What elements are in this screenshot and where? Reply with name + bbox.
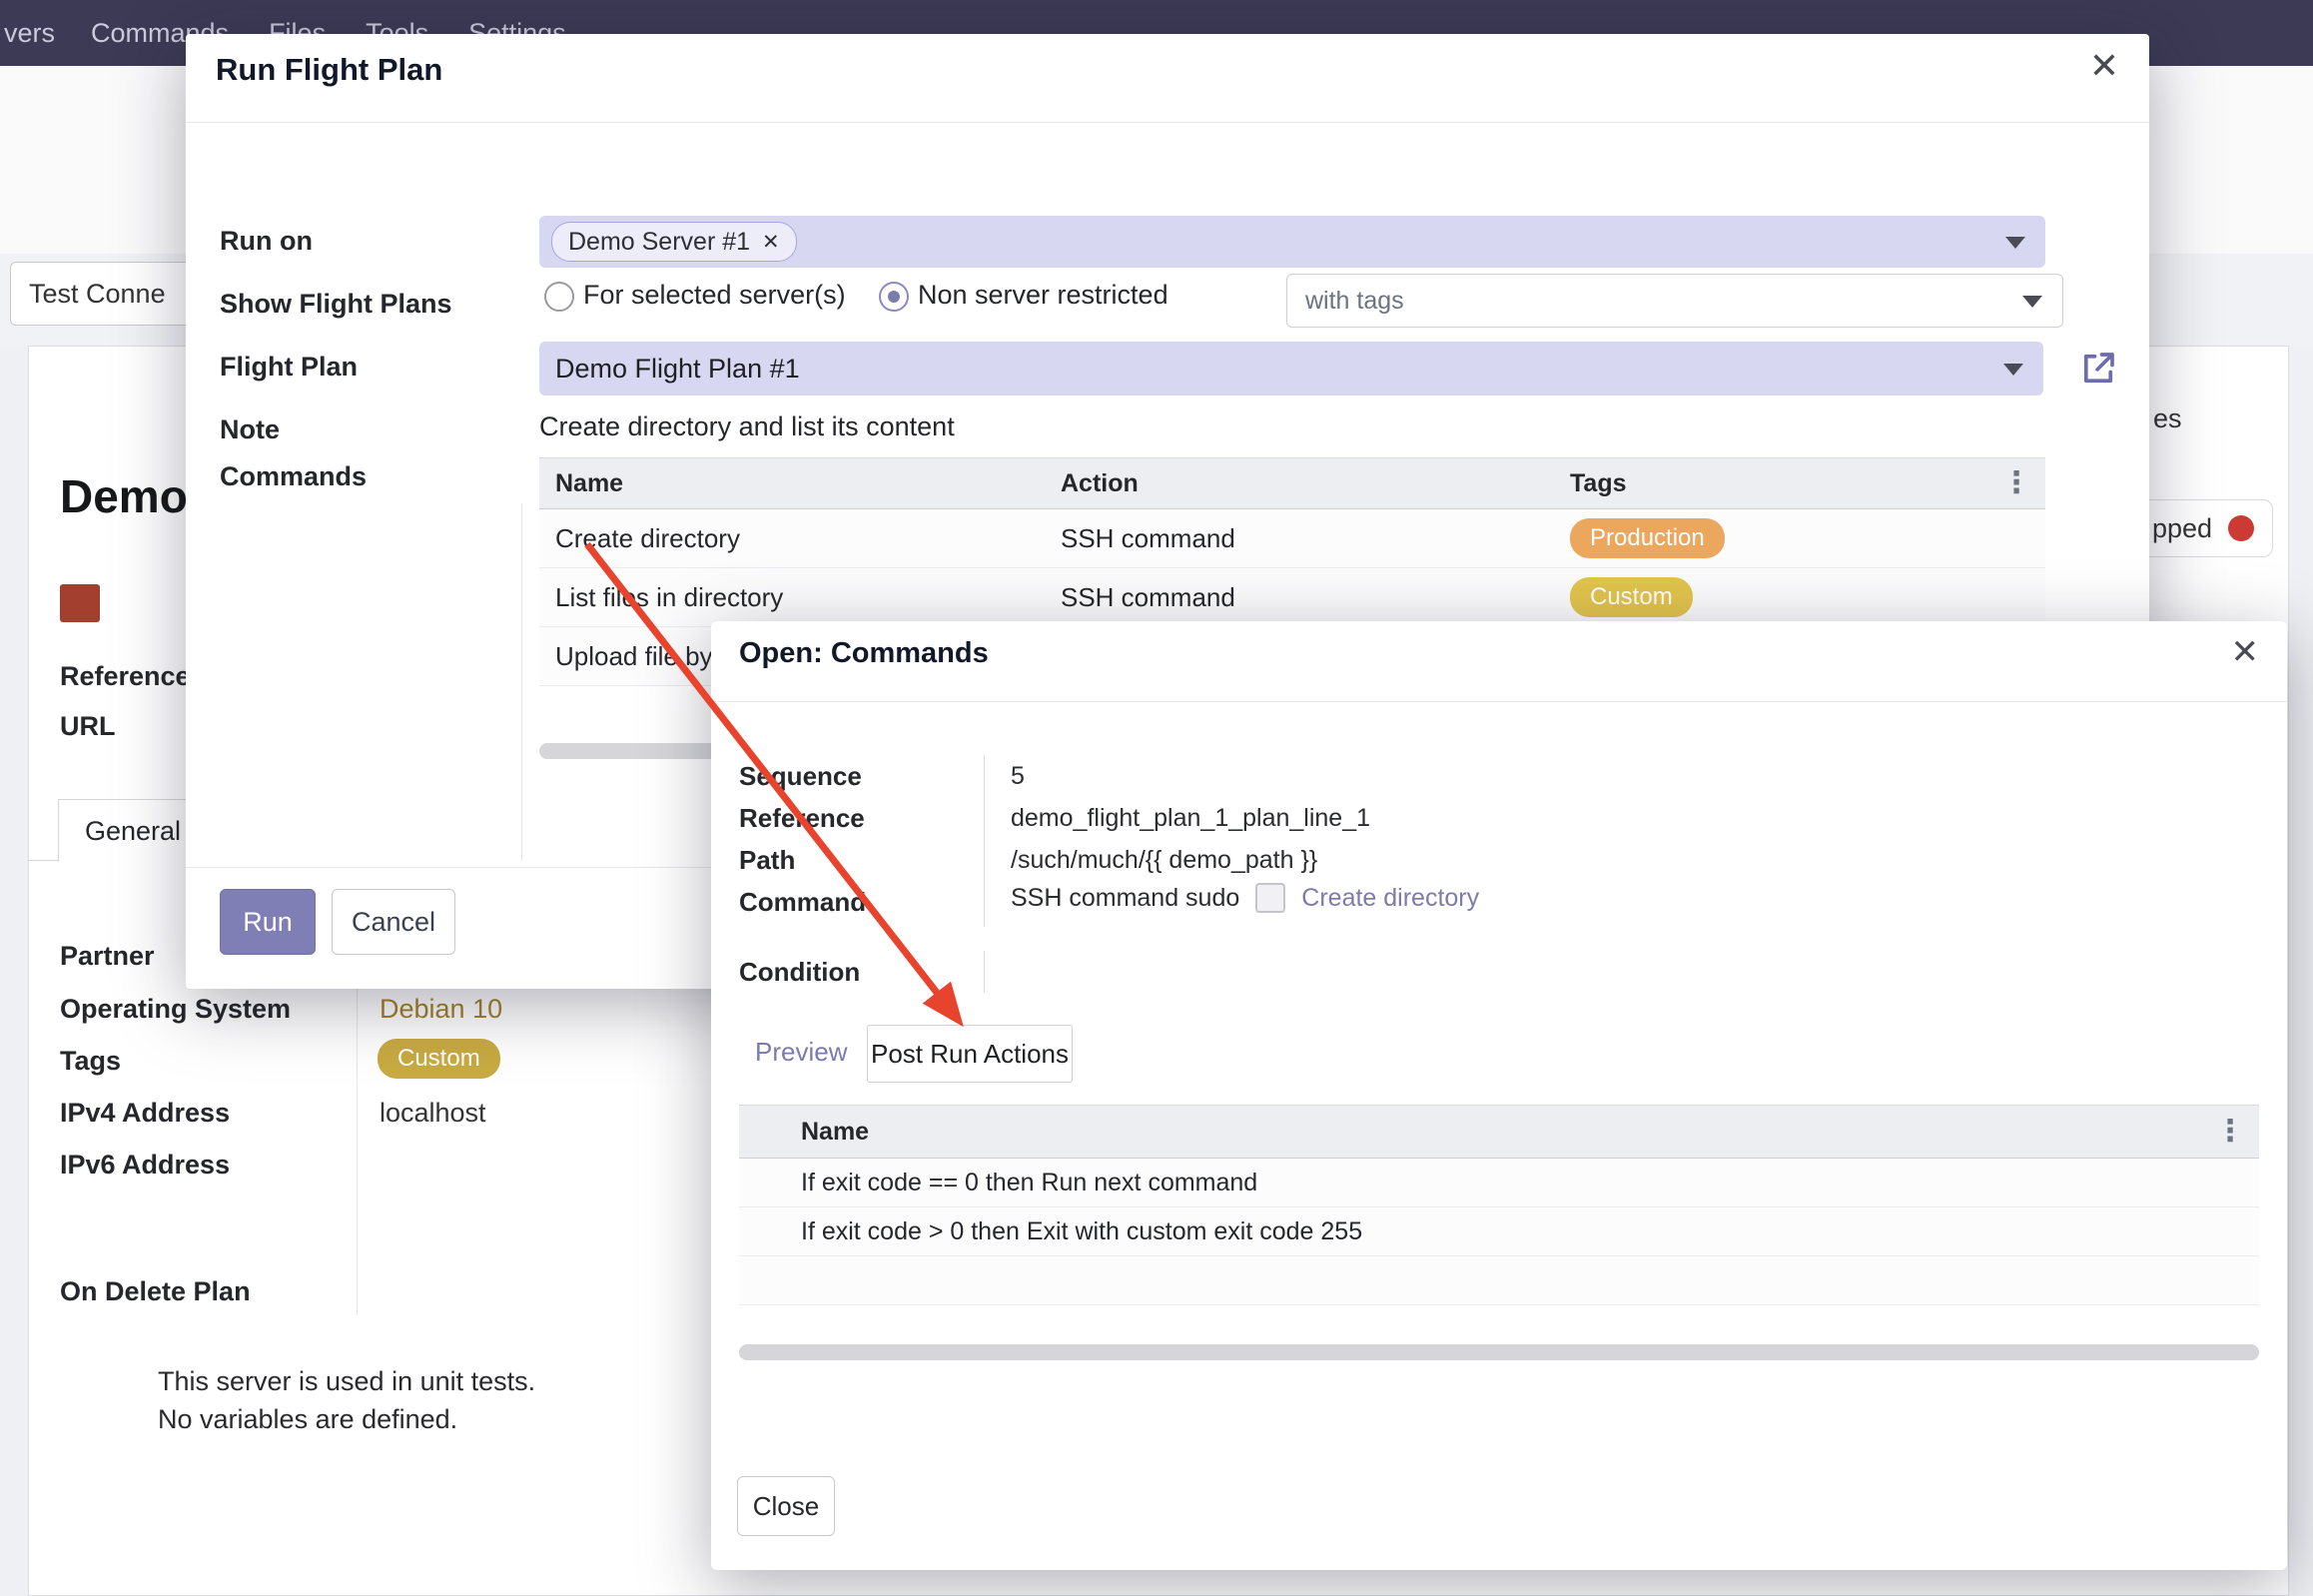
table-options-icon[interactable]: ⋮ (2001, 468, 2031, 498)
run-on-label: Run on (220, 226, 313, 257)
chevron-down-icon[interactable] (2003, 364, 2023, 376)
open-commands-modal: Open: Commands ✕ Sequence Reference Path… (711, 621, 2287, 1570)
run-button[interactable]: Run (220, 889, 316, 955)
nav-item-servers[interactable]: vers (0, 18, 71, 49)
chevron-down-icon[interactable] (2005, 237, 2025, 249)
form-column-divider (357, 934, 358, 1315)
ipv6-label: IPv6 Address (60, 1150, 230, 1181)
right-text-fragment: es (2153, 403, 2182, 434)
table-row[interactable]: If exit code == 0 then Run next command (739, 1159, 2259, 1207)
row-name: List files in directory (539, 582, 1061, 613)
reference-value: demo_flight_plan_1_plan_line_1 (1011, 804, 1370, 833)
command-value: SSH command sudo (1011, 884, 1239, 913)
note-label: Note (220, 414, 280, 445)
commands-modal-title: Open: Commands (739, 637, 989, 670)
table-row[interactable]: Create directory SSH command Production (539, 509, 2045, 568)
flight-plan-value: Demo Flight Plan #1 (555, 354, 800, 385)
reference-label: Reference (60, 661, 191, 692)
status-badge-label: pped (2152, 513, 2212, 544)
close-button[interactable]: Close (737, 1476, 835, 1536)
table-row[interactable]: If exit code > 0 then Exit with custom e… (739, 1207, 2259, 1256)
radio-for-selected-servers-label[interactable]: For selected server(s) (583, 280, 846, 311)
table-row[interactable]: List files in directory SSH command Cust… (539, 568, 2045, 627)
chip-remove-icon[interactable]: ✕ (762, 230, 780, 255)
condition-label: Condition (739, 957, 860, 988)
server-chip[interactable]: Demo Server #1 ✕ (551, 222, 797, 262)
sequence-label: Sequence (739, 761, 862, 792)
url-label: URL (60, 711, 116, 742)
create-directory-link[interactable]: Create directory (1301, 884, 1479, 913)
commands-label: Commands (220, 461, 367, 492)
col-header-name: Name (539, 469, 1061, 498)
chevron-down-icon[interactable] (2022, 296, 2042, 308)
server-title: Demo (60, 469, 188, 523)
tag-badge-production: Production (1570, 518, 1725, 558)
command-label: Command (739, 887, 866, 918)
row-action: SSH command (1061, 523, 1570, 554)
external-link-icon[interactable] (2077, 348, 2119, 390)
label-value-divider (984, 755, 985, 927)
run-on-input[interactable]: Demo Server #1 ✕ (539, 216, 2045, 268)
radio-for-selected-servers[interactable] (544, 282, 574, 312)
label-field-divider (521, 503, 522, 861)
show-flight-plans-label: Show Flight Plans (220, 289, 452, 320)
sequence-value: 5 (1011, 762, 1025, 791)
row-action: SSH command (1061, 582, 1570, 613)
tab-preview[interactable]: Preview (755, 1037, 847, 1068)
operating-system-value[interactable]: Debian 10 (380, 994, 502, 1025)
tags-badge-custom[interactable]: Custom (378, 1039, 500, 1079)
tags-label: Tags (60, 1046, 121, 1077)
table-row-empty (739, 1256, 2259, 1305)
flight-plan-select[interactable]: Demo Flight Plan #1 (539, 342, 2043, 396)
flight-plan-label: Flight Plan (220, 352, 358, 383)
modal-header-divider (186, 122, 2149, 123)
operating-system-label: Operating System (60, 994, 291, 1025)
ipv4-label: IPv4 Address (60, 1098, 230, 1129)
status-badge: pped (2133, 499, 2273, 557)
modal-header-divider (711, 701, 2287, 702)
row-name: Create directory (539, 523, 1061, 554)
plan-description: Create directory and list its content (539, 411, 955, 442)
close-icon[interactable]: ✕ (2231, 635, 2260, 669)
ipv4-value: localhost (380, 1098, 486, 1129)
reference-label: Reference (739, 803, 865, 834)
create-directory-checkbox[interactable] (1255, 883, 1285, 913)
horizontal-scrollbar[interactable] (739, 1344, 2259, 1360)
tab-post-run-actions[interactable]: Post Run Actions (867, 1025, 1073, 1083)
post-run-actions-table: Name ⋮ If exit code == 0 then Run next c… (739, 1105, 2259, 1305)
partner-label: Partner (60, 941, 155, 972)
label-value-divider (984, 951, 985, 993)
server-chip-label: Demo Server #1 (568, 228, 750, 257)
col-header-name: Name (739, 1118, 869, 1147)
table-options-icon[interactable]: ⋮ (2215, 1117, 2245, 1147)
table-header-row: Name Action Tags ⋮ (539, 457, 2045, 509)
close-icon[interactable]: ✕ (2089, 48, 2119, 84)
path-label: Path (739, 845, 795, 876)
command-value-row: SSH command sudo Create directory (1011, 883, 1479, 913)
status-dot-red-icon (2228, 515, 2254, 541)
radio-non-server-restricted[interactable] (879, 282, 909, 312)
col-header-action: Action (1061, 469, 1570, 498)
table-header-row: Name ⋮ (739, 1105, 2259, 1159)
with-tags-placeholder: with tags (1305, 287, 1404, 316)
on-delete-plan-label: On Delete Plan (60, 1276, 251, 1307)
col-header-tags: Tags (1570, 469, 2045, 498)
no-variables-note: No variables are defined. (158, 1404, 457, 1435)
cancel-button[interactable]: Cancel (332, 889, 455, 955)
color-swatch[interactable] (60, 584, 100, 622)
radio-non-server-restricted-label[interactable]: Non server restricted (918, 280, 1168, 311)
unit-tests-note: This server is used in unit tests. (158, 1366, 535, 1397)
run-modal-title: Run Flight Plan (216, 52, 442, 88)
tag-badge-custom: Custom (1570, 577, 1693, 617)
with-tags-select[interactable]: with tags (1286, 274, 2063, 328)
path-value: /such/much/{{ demo_path }} (1011, 846, 1317, 875)
